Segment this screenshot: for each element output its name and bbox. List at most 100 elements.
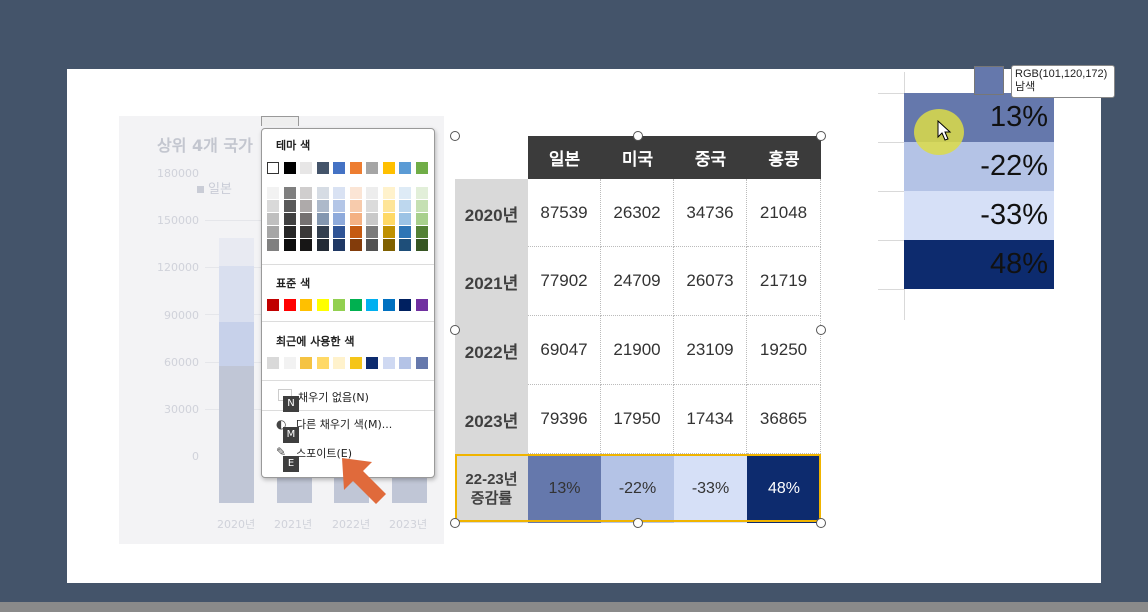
theme-shade-swatch[interactable] [349,239,362,251]
theme-color-swatch[interactable] [415,162,428,174]
table-cell[interactable]: 77902 [528,247,601,316]
theme-color-swatch[interactable] [399,162,411,174]
recent-color-swatch[interactable] [267,357,279,369]
theme-shade-swatch[interactable] [300,239,312,251]
table-cell[interactable]: 26073 [674,247,747,316]
theme-shade-swatch[interactable] [415,187,428,199]
theme-shade-swatch[interactable] [300,213,312,225]
theme-shade-swatch[interactable] [316,213,329,225]
theme-shade-swatch[interactable] [316,239,329,251]
theme-shade-swatch[interactable] [316,200,329,212]
resize-handle[interactable] [633,518,643,528]
standard-color-swatch[interactable] [316,299,329,311]
table-cell[interactable]: 79396 [528,385,601,454]
table-cell[interactable]: 21048 [747,179,821,247]
theme-shade-swatch[interactable] [283,200,296,212]
theme-shade-swatch[interactable] [283,213,296,225]
standard-color-swatch[interactable] [382,299,395,311]
table-cell[interactable]: 17434 [674,385,747,454]
theme-shade-swatch[interactable] [399,239,411,251]
resize-handle[interactable] [816,325,826,335]
theme-shade-swatch[interactable] [399,187,411,199]
recent-color-swatch[interactable] [349,357,362,369]
fill-color-button[interactable] [261,116,299,126]
table-cell[interactable]: 17950 [601,385,674,454]
resize-handle[interactable] [633,131,643,141]
theme-color-swatch[interactable] [300,162,312,174]
theme-shade-swatch[interactable] [316,187,329,199]
standard-color-swatch[interactable] [415,299,428,311]
theme-shade-swatch[interactable] [366,200,378,212]
preview-rate-cell[interactable]: -33% [904,191,1054,240]
resize-handle[interactable] [450,518,460,528]
theme-shade-swatch[interactable] [415,200,428,212]
table-cell[interactable]: 23109 [674,316,747,385]
recent-color-swatch[interactable] [316,357,329,369]
theme-shade-swatch[interactable] [333,239,345,251]
theme-shade-swatch[interactable] [333,200,345,212]
theme-color-swatch[interactable] [382,162,395,174]
theme-color-swatch[interactable] [366,162,378,174]
theme-shade-swatch[interactable] [267,226,279,238]
theme-color-swatch[interactable] [349,162,362,174]
theme-shade-swatch[interactable] [349,213,362,225]
resize-handle[interactable] [450,325,460,335]
table-cell[interactable]: 21719 [747,247,821,316]
theme-shade-swatch[interactable] [366,213,378,225]
recent-color-swatch[interactable] [382,357,395,369]
theme-shade-swatch[interactable] [267,213,279,225]
no-fill-item[interactable]: 채우기 없음(N) [298,389,369,405]
theme-shade-swatch[interactable] [382,187,395,199]
resize-handle[interactable] [816,518,826,528]
theme-shade-swatch[interactable] [283,187,296,199]
resize-handle[interactable] [450,131,460,141]
table-cell[interactable]: 21900 [601,316,674,385]
theme-shade-swatch[interactable] [349,200,362,212]
recent-color-swatch[interactable] [415,357,428,369]
theme-shade-swatch[interactable] [415,239,428,251]
table-cell[interactable]: 26302 [601,179,674,247]
table-cell[interactable]: 87539 [528,179,601,247]
table-cell[interactable]: 36865 [747,385,821,454]
theme-shade-swatch[interactable] [382,239,395,251]
theme-color-swatch[interactable] [267,162,279,174]
theme-shade-swatch[interactable] [349,226,362,238]
standard-color-swatch[interactable] [399,299,411,311]
theme-shade-swatch[interactable] [283,239,296,251]
theme-shade-swatch[interactable] [333,213,345,225]
theme-shade-swatch[interactable] [399,213,411,225]
preview-rate-cell[interactable]: 48% [904,240,1054,289]
theme-shade-swatch[interactable] [333,187,345,199]
theme-shade-swatch[interactable] [349,187,362,199]
table-cell[interactable]: 34736 [674,179,747,247]
theme-shade-swatch[interactable] [283,226,296,238]
theme-shade-swatch[interactable] [415,213,428,225]
standard-color-swatch[interactable] [283,299,296,311]
table-cell[interactable]: 19250 [747,316,821,385]
standard-color-swatch[interactable] [267,299,279,311]
theme-shade-swatch[interactable] [382,200,395,212]
theme-shade-swatch[interactable] [366,239,378,251]
theme-shade-swatch[interactable] [316,226,329,238]
theme-shade-swatch[interactable] [267,200,279,212]
theme-color-swatch[interactable] [333,162,345,174]
recent-color-swatch[interactable] [283,357,296,369]
recent-color-swatch[interactable] [366,357,378,369]
theme-shade-swatch[interactable] [267,187,279,199]
theme-shade-swatch[interactable] [366,187,378,199]
theme-shade-swatch[interactable] [382,213,395,225]
recent-color-swatch[interactable] [399,357,411,369]
theme-shade-swatch[interactable] [300,226,312,238]
resize-handle[interactable] [816,131,826,141]
theme-color-swatch[interactable] [283,162,296,174]
standard-color-swatch[interactable] [300,299,312,311]
theme-shade-swatch[interactable] [415,226,428,238]
recent-color-swatch[interactable] [300,357,312,369]
theme-color-swatch[interactable] [316,162,329,174]
table-cell[interactable]: 24709 [601,247,674,316]
theme-shade-swatch[interactable] [300,200,312,212]
recent-color-swatch[interactable] [333,357,345,369]
theme-shade-swatch[interactable] [399,226,411,238]
standard-color-swatch[interactable] [366,299,378,311]
theme-shade-swatch[interactable] [333,226,345,238]
